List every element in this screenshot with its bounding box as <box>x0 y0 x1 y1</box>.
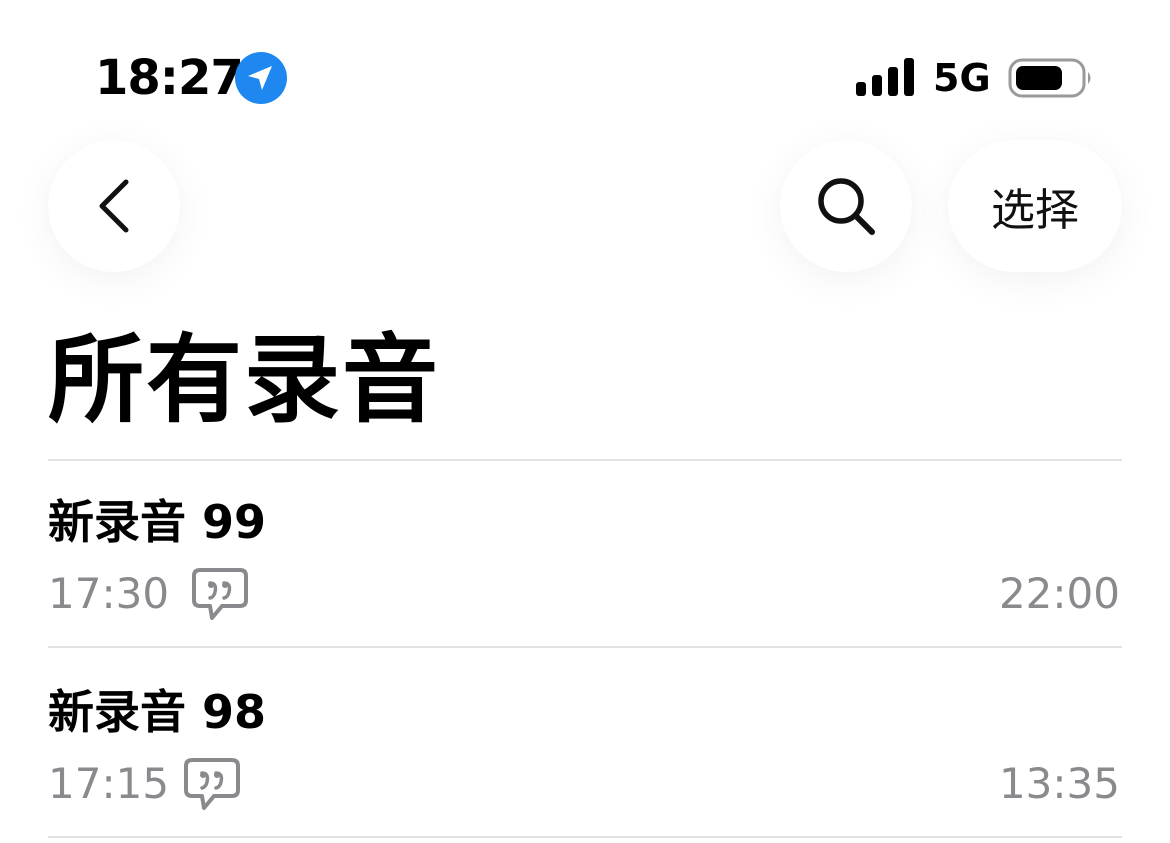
signal-bars-icon <box>856 58 914 96</box>
recording-item[interactable]: 新录音 99 17:30 22:00 <box>48 460 1122 648</box>
search-button[interactable] <box>780 140 912 272</box>
location-arrow-icon <box>235 52 287 104</box>
recording-time: 17:30 <box>48 569 170 618</box>
recording-duration: 22:00 <box>998 569 1120 618</box>
magnifier-icon <box>818 178 875 235</box>
chevron-left-icon <box>99 179 129 233</box>
status-bar: 18:27 5G <box>0 0 1170 150</box>
battery-icon <box>1008 58 1091 98</box>
recording-title: 新录音 99 <box>48 495 267 549</box>
recording-item[interactable]: 新录音 98 17:15 13:35 <box>48 650 1122 838</box>
recording-title: 新录音 98 <box>48 685 267 739</box>
transcript-quote-icon <box>192 568 248 620</box>
recording-time: 17:15 <box>48 759 170 808</box>
divider <box>48 836 1122 838</box>
page-title: 所有录音 <box>48 324 440 436</box>
network-type: 5G <box>933 56 991 100</box>
recording-duration: 13:35 <box>998 759 1120 808</box>
divider <box>48 646 1122 648</box>
transcript-quote-icon <box>184 758 240 810</box>
back-button[interactable] <box>48 140 180 272</box>
select-button[interactable]: 选择 <box>948 140 1122 272</box>
status-time: 18:27 <box>95 50 244 106</box>
